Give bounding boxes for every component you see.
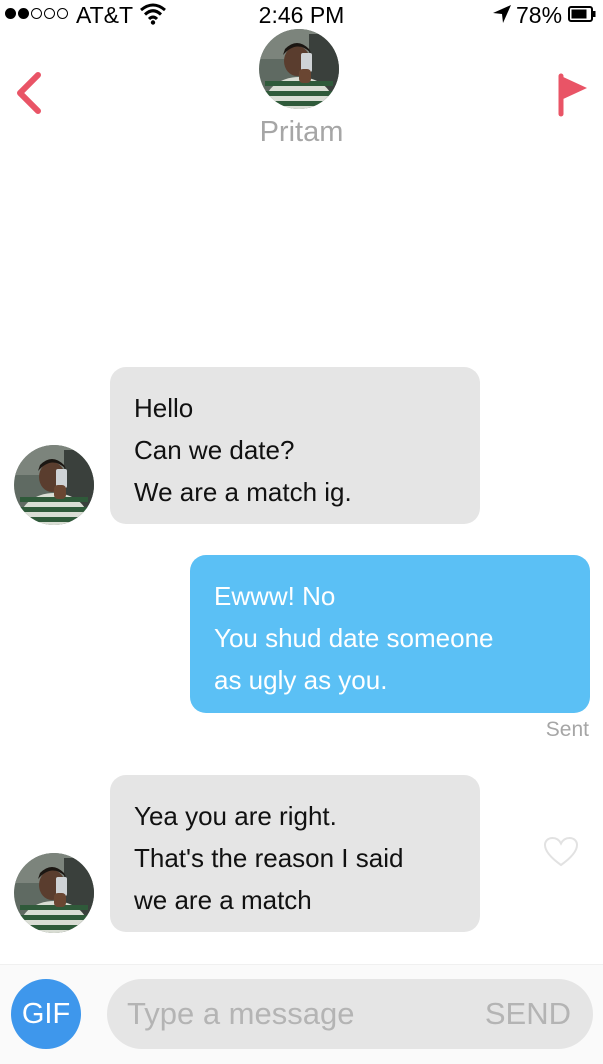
location-arrow-icon: [493, 5, 511, 23]
message-line: as ugly as you.: [214, 665, 388, 695]
outgoing-message-bubble[interactable]: Ewww! No You shud date someone as ugly a…: [190, 555, 590, 713]
incoming-message-bubble[interactable]: Hello Can we date? We are a match ig.: [110, 367, 480, 524]
message-line: Can we date?: [134, 435, 295, 465]
message-line: Yea you are right.: [134, 801, 337, 831]
message-input-placeholder: Type a message: [127, 996, 355, 1031]
send-button[interactable]: SEND: [485, 996, 571, 1032]
incoming-message-bubble[interactable]: Yea you are right. That's the reason I s…: [110, 775, 480, 932]
message-line: Hello: [134, 393, 194, 423]
message-line: That's the reason I said: [134, 843, 404, 873]
sender-avatar[interactable]: [14, 445, 94, 525]
contact-avatar[interactable]: [259, 29, 339, 109]
gif-button[interactable]: GIF: [11, 979, 81, 1049]
report-flag-icon[interactable]: [553, 70, 593, 118]
battery-percent: 78%: [516, 2, 563, 28]
status-time: 2:46 PM: [258, 2, 345, 28]
back-chevron-icon[interactable]: [13, 71, 45, 115]
message-line: You shud date someone: [214, 623, 494, 653]
contact-name[interactable]: Pritam: [0, 116, 603, 149]
message-line: We are a match ig.: [134, 477, 352, 507]
battery-icon: [568, 6, 596, 22]
message-input[interactable]: Type a message SEND: [107, 979, 593, 1049]
like-heart-icon[interactable]: [543, 836, 579, 868]
message-line: Ewww! No: [214, 581, 336, 611]
message-line: we are a match: [134, 885, 312, 915]
sent-status: Sent: [545, 718, 589, 741]
sender-avatar[interactable]: [14, 853, 94, 933]
status-bar: AT&T 2:46 PM 78%: [0, 0, 603, 30]
